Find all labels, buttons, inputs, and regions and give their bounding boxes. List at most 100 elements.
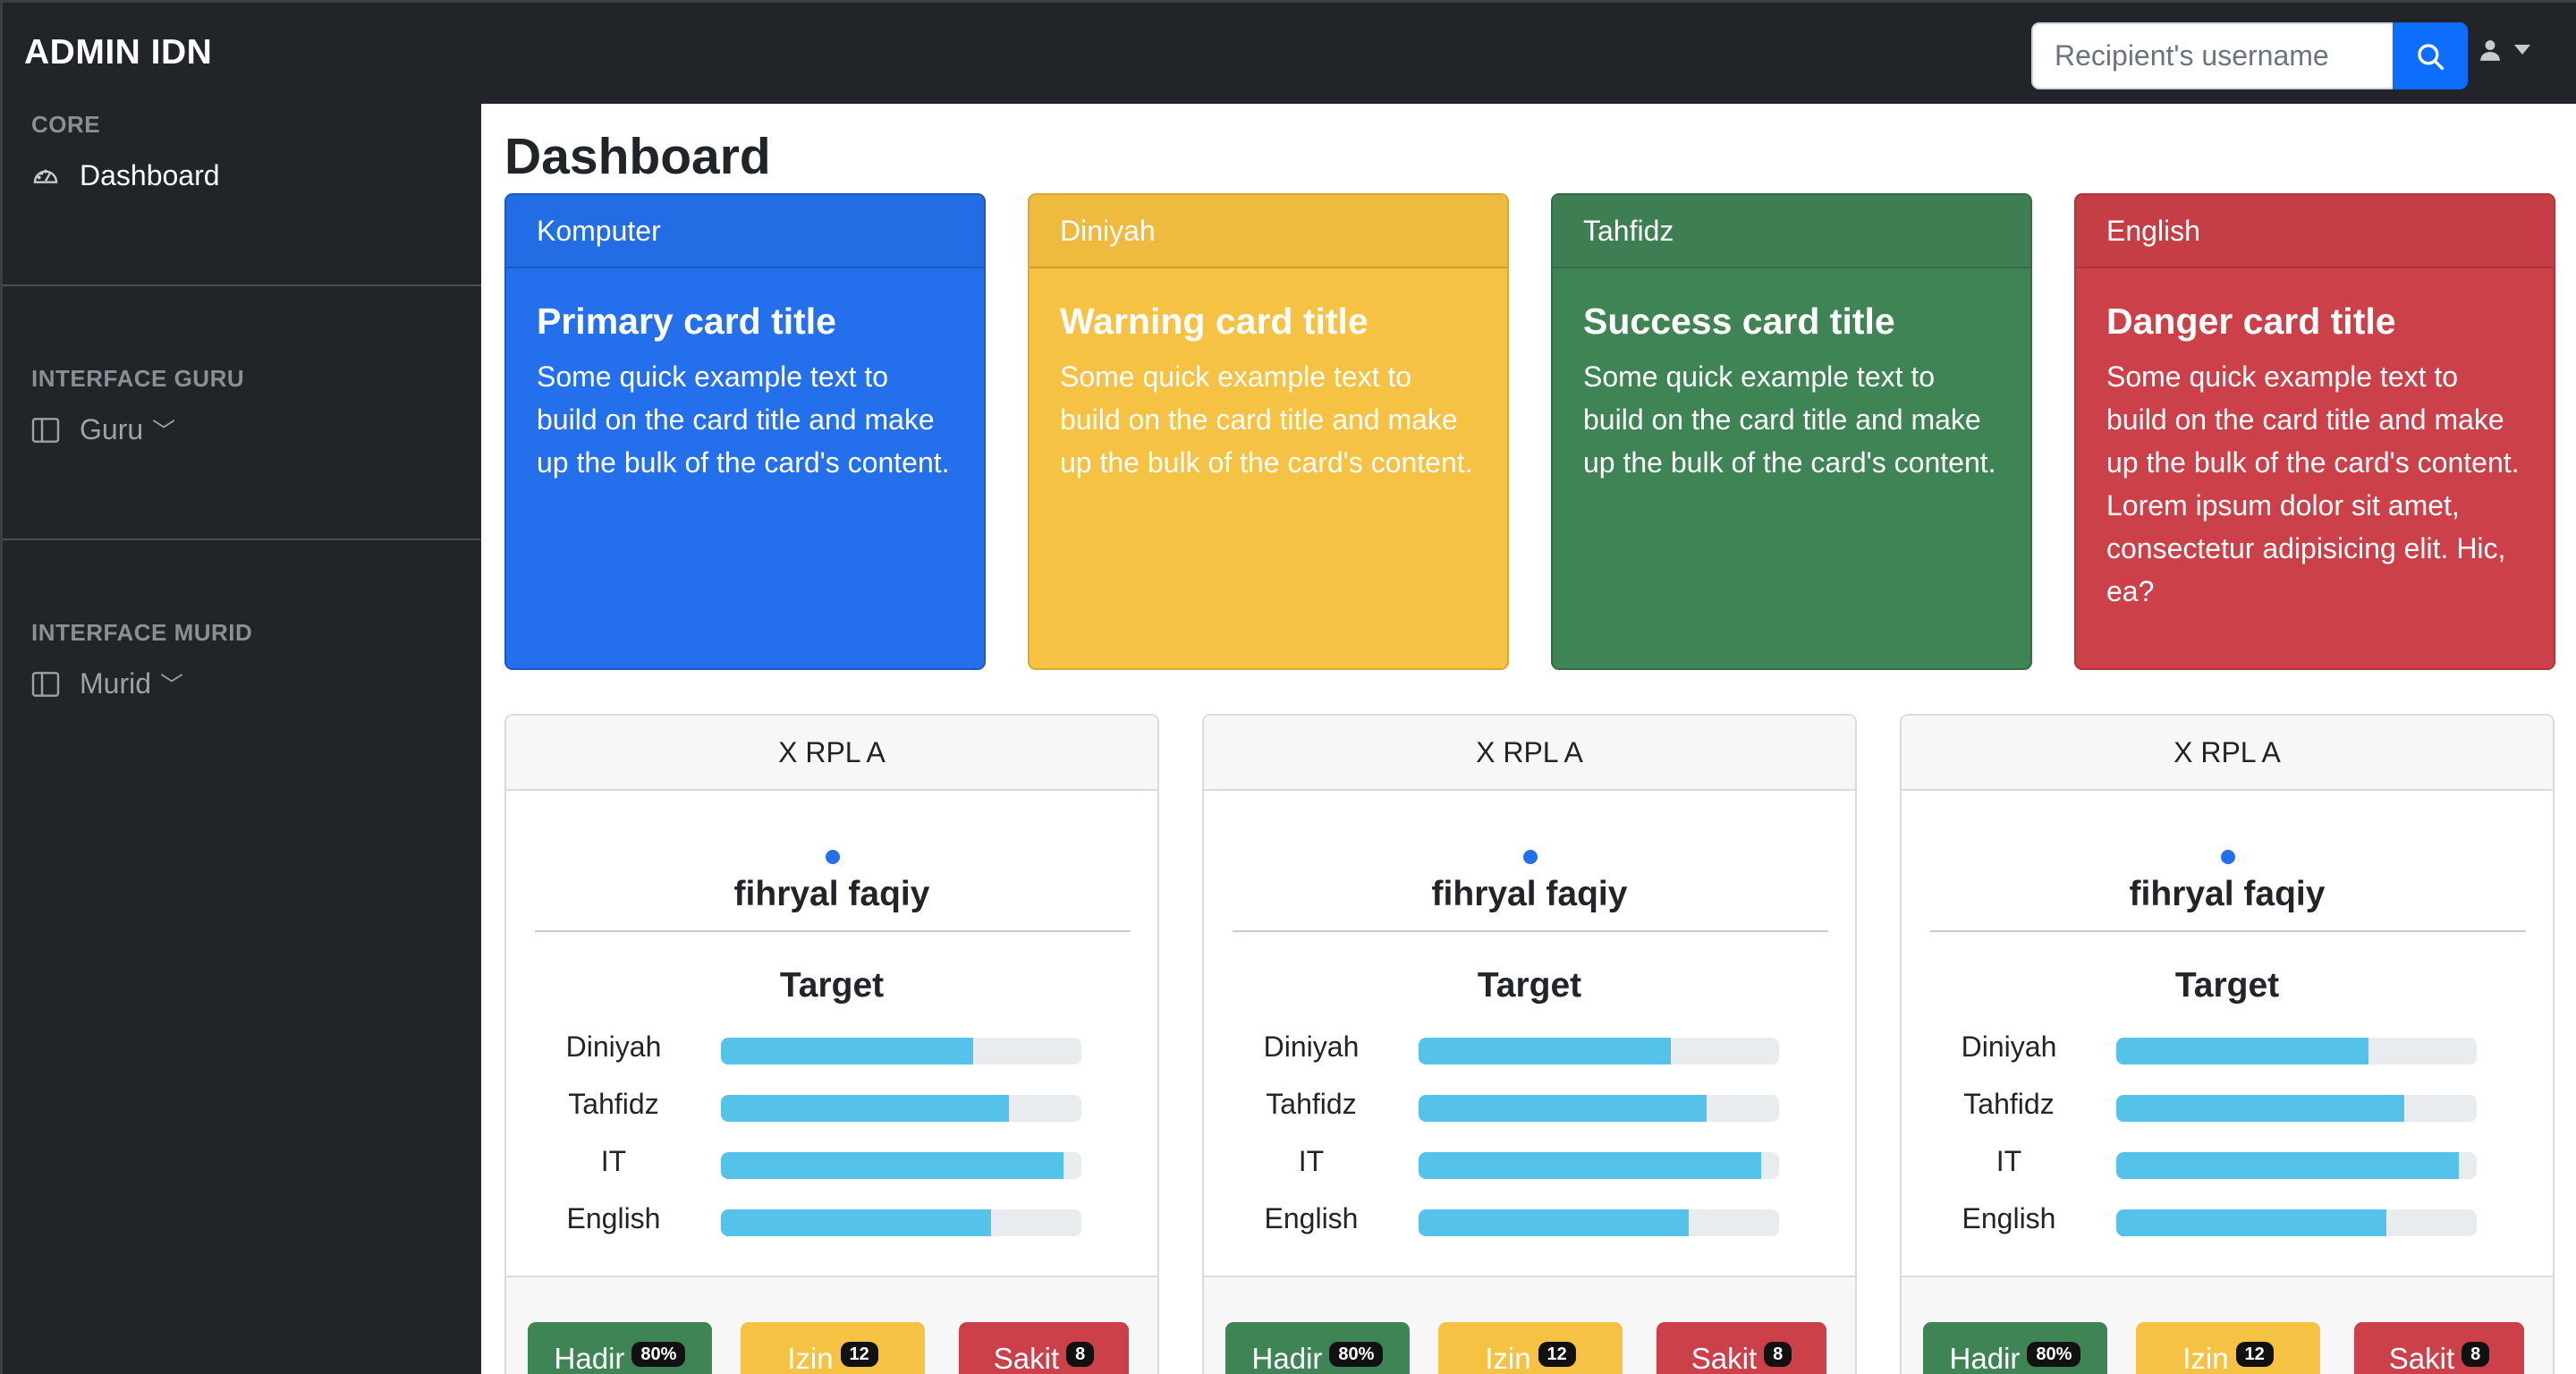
student-card: X RPL A fihryal faqiy Target Diniyah Tah… (1202, 714, 1857, 1374)
count-badge: 8 (1066, 1342, 1095, 1367)
target-heading: Target (2174, 966, 2280, 1005)
progress-bar (721, 1038, 1081, 1064)
card-text: Some quick example text to build on the … (1583, 360, 1996, 479)
divider (1233, 930, 1828, 932)
hadir-button[interactable]: Hadir 80% (1225, 1322, 1410, 1374)
progress-label: Tahfidz (568, 1088, 659, 1120)
progress-bar (2116, 1095, 2477, 1122)
card-text: Some quick example text to build on the … (537, 360, 950, 479)
progress-bar (1419, 1038, 1779, 1064)
student-class: X RPL A (1204, 716, 1855, 791)
hadir-button[interactable]: Hadir 80% (528, 1322, 712, 1374)
progress-label: English (1264, 1202, 1359, 1234)
student-class: X RPL A (506, 716, 1157, 791)
main-content: Dashboard Komputer Primary card title So… (481, 104, 2576, 1374)
progress-bar (721, 1209, 1081, 1236)
target-heading: Target (779, 966, 885, 1005)
count-badge: 12 (840, 1342, 878, 1367)
page-title: Dashboard (504, 128, 771, 185)
student-card: X RPL A fihryal faqiy Target Diniyah Tah… (1900, 714, 2555, 1374)
columns-icon (31, 671, 60, 697)
count-badge: 80% (1329, 1342, 1384, 1367)
progress-bar (721, 1095, 1081, 1122)
progress-label: Tahfidz (1266, 1088, 1357, 1120)
columns-icon (31, 417, 60, 443)
card-text: Some quick example text to build on the … (2106, 360, 2520, 607)
card-header: Diniyah (1030, 195, 1507, 268)
izin-button[interactable]: Izin 12 (1438, 1322, 1623, 1374)
chevron-down-icon: ﹀ (152, 418, 176, 445)
student-class: X RPL A (1902, 716, 2553, 791)
progress-row: IT (1902, 1143, 2553, 1179)
sidebar-item-murid[interactable]: Murid ﹀ (31, 667, 183, 700)
progress-bar (2116, 1152, 2477, 1179)
student-name: fihryal faqiy (733, 875, 930, 913)
chevron-down-icon: ﹀ (160, 672, 184, 699)
search-group (2031, 22, 2468, 89)
progress-label: IT (1996, 1145, 2022, 1177)
sidebar-heading-murid: INTERFACE MURID (31, 619, 253, 646)
search-button[interactable] (2393, 22, 2468, 89)
progress-row: English (506, 1200, 1157, 1236)
count-badge: 80% (2027, 1342, 2081, 1367)
progress-bar (1419, 1152, 1779, 1179)
progress-row: IT (506, 1143, 1157, 1179)
target-heading: Target (1477, 966, 1582, 1005)
sidebar-item-label: Dashboard (80, 159, 220, 191)
card-title: Danger card title (2106, 301, 2396, 342)
divider (535, 930, 1131, 932)
sidebar-heading-guru: INTERFACE GURU (31, 365, 245, 392)
progress-row: Diniyah (1204, 1029, 1855, 1064)
brand-title[interactable]: ADMIN IDN (24, 33, 212, 72)
card-komputer: Komputer Primary card title Some quick e… (504, 193, 986, 670)
progress-bar (1419, 1209, 1779, 1236)
student-name: fihryal faqiy (2129, 875, 2326, 913)
progress-row: Diniyah (506, 1029, 1157, 1064)
card-title: Warning card title (1060, 301, 1368, 342)
card-header: Komputer (506, 195, 984, 268)
attendance-footer: Hadir 80% Izin 12 Sakit 8 (1204, 1276, 1855, 1374)
search-input[interactable] (2031, 22, 2393, 89)
progress-label: English (1962, 1202, 2056, 1234)
sidebar-item-guru[interactable]: Guru ﹀ (31, 413, 175, 446)
progress-row: English (1902, 1200, 2553, 1236)
attendance-footer: Hadir 80% Izin 12 Sakit 8 (506, 1276, 1157, 1374)
sidebar-item-label: Guru (80, 413, 144, 445)
caret-down-icon (2514, 45, 2530, 55)
status-dot (2221, 850, 2235, 864)
progress-row: Tahfidz (1902, 1086, 2553, 1122)
izin-button[interactable]: Izin 12 (741, 1322, 925, 1374)
card-header: Tahfidz (1553, 195, 2030, 268)
student-card: X RPL A fihryal faqiy Target Diniyah Tah… (504, 714, 1159, 1374)
sakit-button[interactable]: Sakit 8 (1657, 1322, 1826, 1374)
sidebar-item-label: Murid (80, 667, 152, 700)
progress-label: English (566, 1202, 661, 1234)
status-dot (826, 850, 840, 864)
progress-bar (721, 1152, 1081, 1179)
status-dot (1523, 850, 1538, 864)
progress-bar (1419, 1095, 1779, 1122)
card-title: Primary card title (537, 301, 836, 342)
progress-row: Tahfidz (506, 1086, 1157, 1122)
count-badge: 12 (1538, 1342, 1576, 1367)
izin-button[interactable]: Izin 12 (2136, 1322, 2320, 1374)
progress-bar (2116, 1209, 2477, 1236)
user-menu-toggle[interactable] (2479, 38, 2530, 62)
card-title: Success card title (1583, 301, 1895, 342)
attendance-footer: Hadir 80% Izin 12 Sakit 8 (1902, 1276, 2553, 1374)
sakit-button[interactable]: Sakit 8 (959, 1322, 1129, 1374)
sakit-button[interactable]: Sakit 8 (2354, 1322, 2524, 1374)
card-text: Some quick example text to build on the … (1060, 360, 1473, 479)
card-diniyah: Diniyah Warning card title Some quick ex… (1028, 193, 1509, 670)
progress-label: Diniyah (1961, 1030, 2057, 1063)
card-tahfidz: Tahfidz Success card title Some quick ex… (1551, 193, 2032, 670)
student-name: fihryal faqiy (1431, 875, 1628, 913)
progress-row: Tahfidz (1204, 1086, 1855, 1122)
count-badge: 8 (1764, 1342, 1792, 1367)
count-badge: 80% (631, 1342, 686, 1367)
progress-label: IT (600, 1145, 627, 1177)
divider (1930, 930, 2526, 932)
progress-row: English (1204, 1200, 1855, 1236)
hadir-button[interactable]: Hadir 80% (1923, 1322, 2107, 1374)
sidebar-item-dashboard[interactable]: Dashboard (31, 159, 220, 192)
